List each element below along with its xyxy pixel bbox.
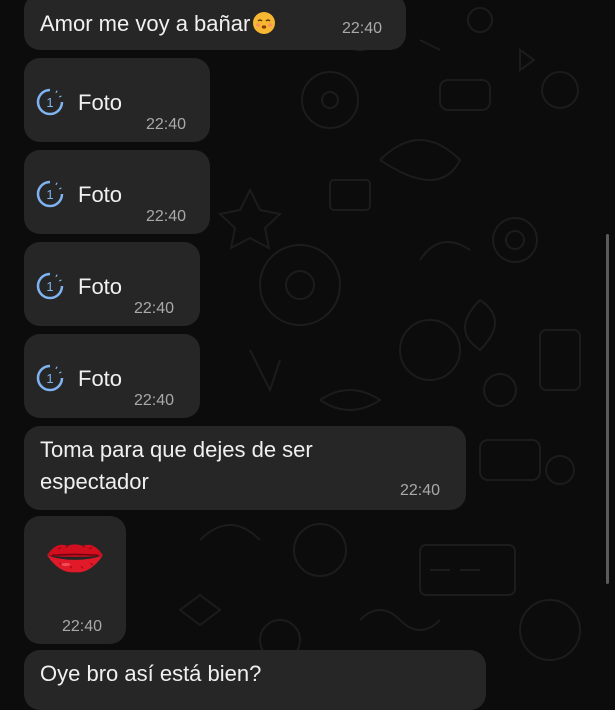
svg-text:1: 1 — [46, 371, 53, 386]
view-once-1-icon[interactable]: 1 — [36, 180, 64, 208]
message-time: 22:40 — [146, 116, 187, 133]
message-time: 22:40 — [134, 300, 175, 317]
photo-message[interactable]: 1 Foto 22:40 — [24, 242, 200, 326]
photo-message[interactable]: 1 Foto 22:40 — [24, 334, 200, 418]
photo-message[interactable]: 1 Foto 22:40 — [24, 150, 210, 234]
message-text: Oye bro así está bien? — [40, 661, 262, 686]
message-time: 22:40 — [400, 482, 441, 499]
message-text-line-1: Toma para que dejes de ser — [40, 437, 313, 462]
sticker-message[interactable]: 22:40 — [24, 516, 126, 644]
photo-label[interactable]: Foto — [78, 90, 122, 116]
red-lips-sticker-icon[interactable] — [44, 536, 106, 576]
kissing-face-emoji-icon — [253, 12, 276, 34]
photo-label[interactable]: Foto — [78, 366, 122, 392]
message-bubble[interactable]: Amor me voy a bañar 22:40 — [24, 0, 406, 50]
view-once-1-icon[interactable]: 1 — [36, 272, 64, 300]
message-time: 22:40 — [134, 392, 175, 409]
svg-text:1: 1 — [46, 95, 53, 110]
view-once-1-icon[interactable]: 1 — [36, 88, 64, 116]
svg-text:1: 1 — [46, 279, 53, 294]
message-text: Amor me voy a bañar — [40, 8, 276, 40]
photo-label[interactable]: Foto — [78, 274, 122, 300]
photo-label[interactable]: Foto — [78, 182, 122, 208]
message-bubble[interactable]: Toma para que dejes de ser espectador 22… — [24, 426, 466, 510]
message-text-line-2: espectador — [40, 469, 149, 494]
message-time: 22:40 — [146, 208, 187, 225]
message-time: 22:40 — [62, 618, 103, 635]
chat-thread[interactable]: Amor me voy a bañar 22:40 1 Foto 22:40 1… — [0, 0, 615, 710]
scrollbar[interactable] — [606, 234, 609, 584]
svg-text:1: 1 — [46, 187, 53, 202]
message-bubble[interactable]: Oye bro así está bien? — [24, 650, 486, 710]
view-once-1-icon[interactable]: 1 — [36, 364, 64, 392]
photo-message[interactable]: 1 Foto 22:40 — [24, 58, 210, 142]
message-time: 22:40 — [342, 20, 383, 37]
